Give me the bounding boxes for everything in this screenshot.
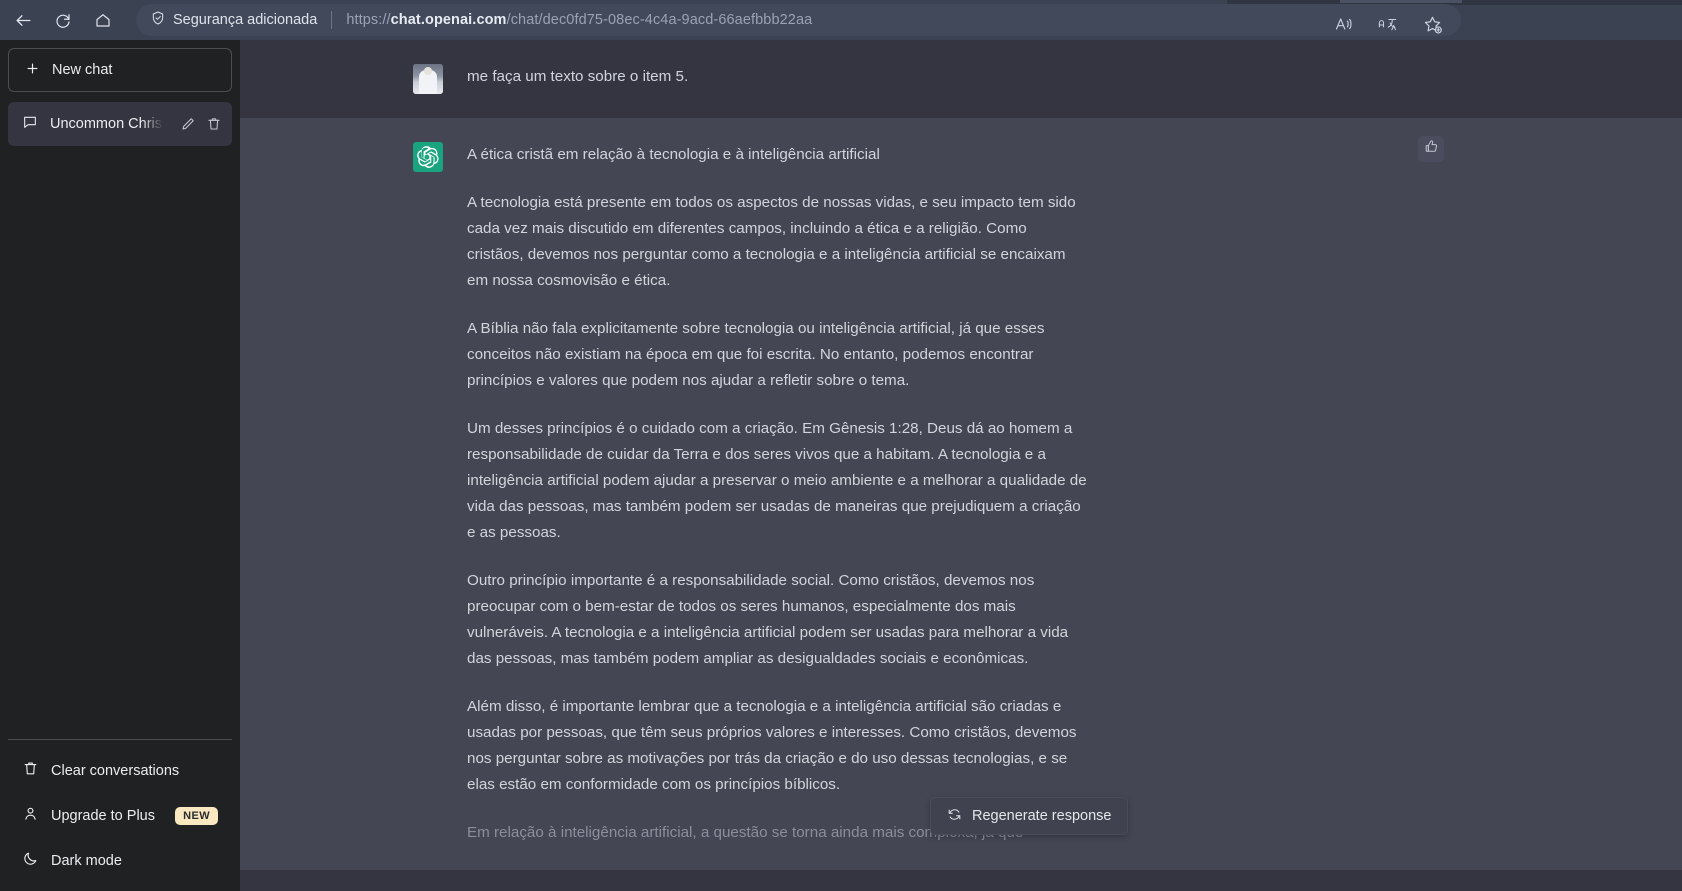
browser-toolbar: Segurança adicionada https://chat.openai… [0, 0, 1682, 40]
user-message-text: me faça um texto sobre o item 5. [467, 68, 689, 85]
refresh-icon [947, 807, 962, 826]
user-message-inner: me faça um texto sobre o item 5. [240, 40, 1682, 118]
upgrade-to-plus-label: Upgrade to Plus [51, 807, 155, 824]
chatgpt-logo-avatar [413, 142, 443, 172]
reload-icon [54, 11, 72, 29]
url-host: chat.openai.com [390, 12, 507, 28]
dark-mode-label: Dark mode [51, 852, 122, 869]
read-aloud-icon[interactable] [1334, 14, 1354, 34]
plus-icon [25, 61, 40, 80]
openai-logo-icon [417, 146, 439, 168]
chat-item-actions [180, 116, 222, 132]
assistant-message: A ética cristã em relação à tecnologia e… [240, 118, 1682, 870]
chatgpt-app: New chat Uncommon Christian Bl [0, 40, 1682, 891]
chat-list-item[interactable]: Uncommon Christian Bl [8, 102, 232, 146]
trash-icon [22, 760, 39, 781]
tab-strip-highlight [1340, 0, 1462, 3]
sidebar-footer: Clear conversations Upgrade to Plus NEW [8, 739, 232, 883]
user-message: me faça um texto sobre o item 5. [240, 40, 1682, 118]
conversation-thread[interactable]: me faça um texto sobre o item 5. A ética… [240, 40, 1682, 891]
back-arrow-icon [14, 11, 33, 30]
regenerate-response-button[interactable]: Regenerate response [930, 797, 1129, 835]
url-scheme: https:// [346, 12, 391, 28]
dark-mode-button[interactable]: Dark mode [8, 838, 232, 883]
translate-icon[interactable] [1376, 15, 1400, 33]
pencil-icon[interactable] [180, 116, 196, 132]
chat-item-label: Uncommon Christian Bl [50, 116, 168, 132]
thumbs-up-button[interactable] [1418, 136, 1444, 162]
security-label: Segurança adicionada [173, 12, 318, 28]
chat-bubble-icon [22, 114, 38, 134]
home-button[interactable] [86, 3, 120, 37]
clear-conversations-label: Clear conversations [51, 762, 180, 779]
trash-icon[interactable] [206, 116, 222, 132]
user-photo-avatar [413, 64, 443, 94]
assistant-paragraph: Outro princípio importante é a responsab… [467, 572, 1069, 667]
person-icon [22, 805, 39, 826]
regenerate-response-label: Regenerate response [972, 808, 1112, 824]
assistant-message-body: A ética cristã em relação à tecnologia e… [467, 142, 1087, 846]
reload-button[interactable] [46, 3, 80, 37]
new-chat-button[interactable]: New chat [8, 48, 232, 92]
moon-icon [22, 850, 39, 871]
feedback-actions [1418, 136, 1444, 162]
url-text[interactable]: https://chat.openai.com/chat/dec0fd75-08… [346, 12, 812, 28]
assistant-paragraph: Um desses princípios é o cuidado com a c… [467, 420, 1087, 541]
omnibox-actions [1334, 8, 1443, 40]
home-icon [94, 11, 112, 29]
thumbs-up-icon [1424, 139, 1439, 159]
assistant-message-inner: A ética cristã em relação à tecnologia e… [240, 118, 1682, 870]
sidebar: New chat Uncommon Christian Bl [0, 40, 240, 891]
assistant-paragraph: A ética cristã em relação à tecnologia e… [467, 146, 880, 163]
security-badge[interactable]: Segurança adicionada [150, 10, 317, 30]
avatar-head [424, 67, 432, 75]
shield-icon [150, 10, 166, 30]
new-chat-label: New chat [52, 62, 113, 78]
assistant-paragraph: A Bíblia não fala explicitamente sobre t… [467, 320, 1045, 389]
url-path: /chat/dec0fd75-08ec-4c4a-9acd-66aefbbb22… [506, 12, 813, 28]
user-message-body: me faça um texto sobre o item 5. [467, 64, 1087, 94]
omnibox-divider [331, 11, 333, 29]
assistant-paragraph: Além disso, é importante lembrar que a t… [467, 698, 1077, 793]
assistant-paragraph: A tecnologia está presente em todos os a… [467, 194, 1076, 289]
new-badge: NEW [175, 806, 218, 825]
upgrade-to-plus-button[interactable]: Upgrade to Plus NEW [8, 793, 232, 838]
address-bar[interactable]: Segurança adicionada https://chat.openai… [136, 4, 1461, 36]
chat-list: Uncommon Christian Bl [8, 102, 232, 146]
clear-conversations-button[interactable]: Clear conversations [8, 748, 232, 793]
add-to-favorites-icon[interactable] [1422, 14, 1443, 35]
back-button[interactable] [6, 3, 40, 37]
